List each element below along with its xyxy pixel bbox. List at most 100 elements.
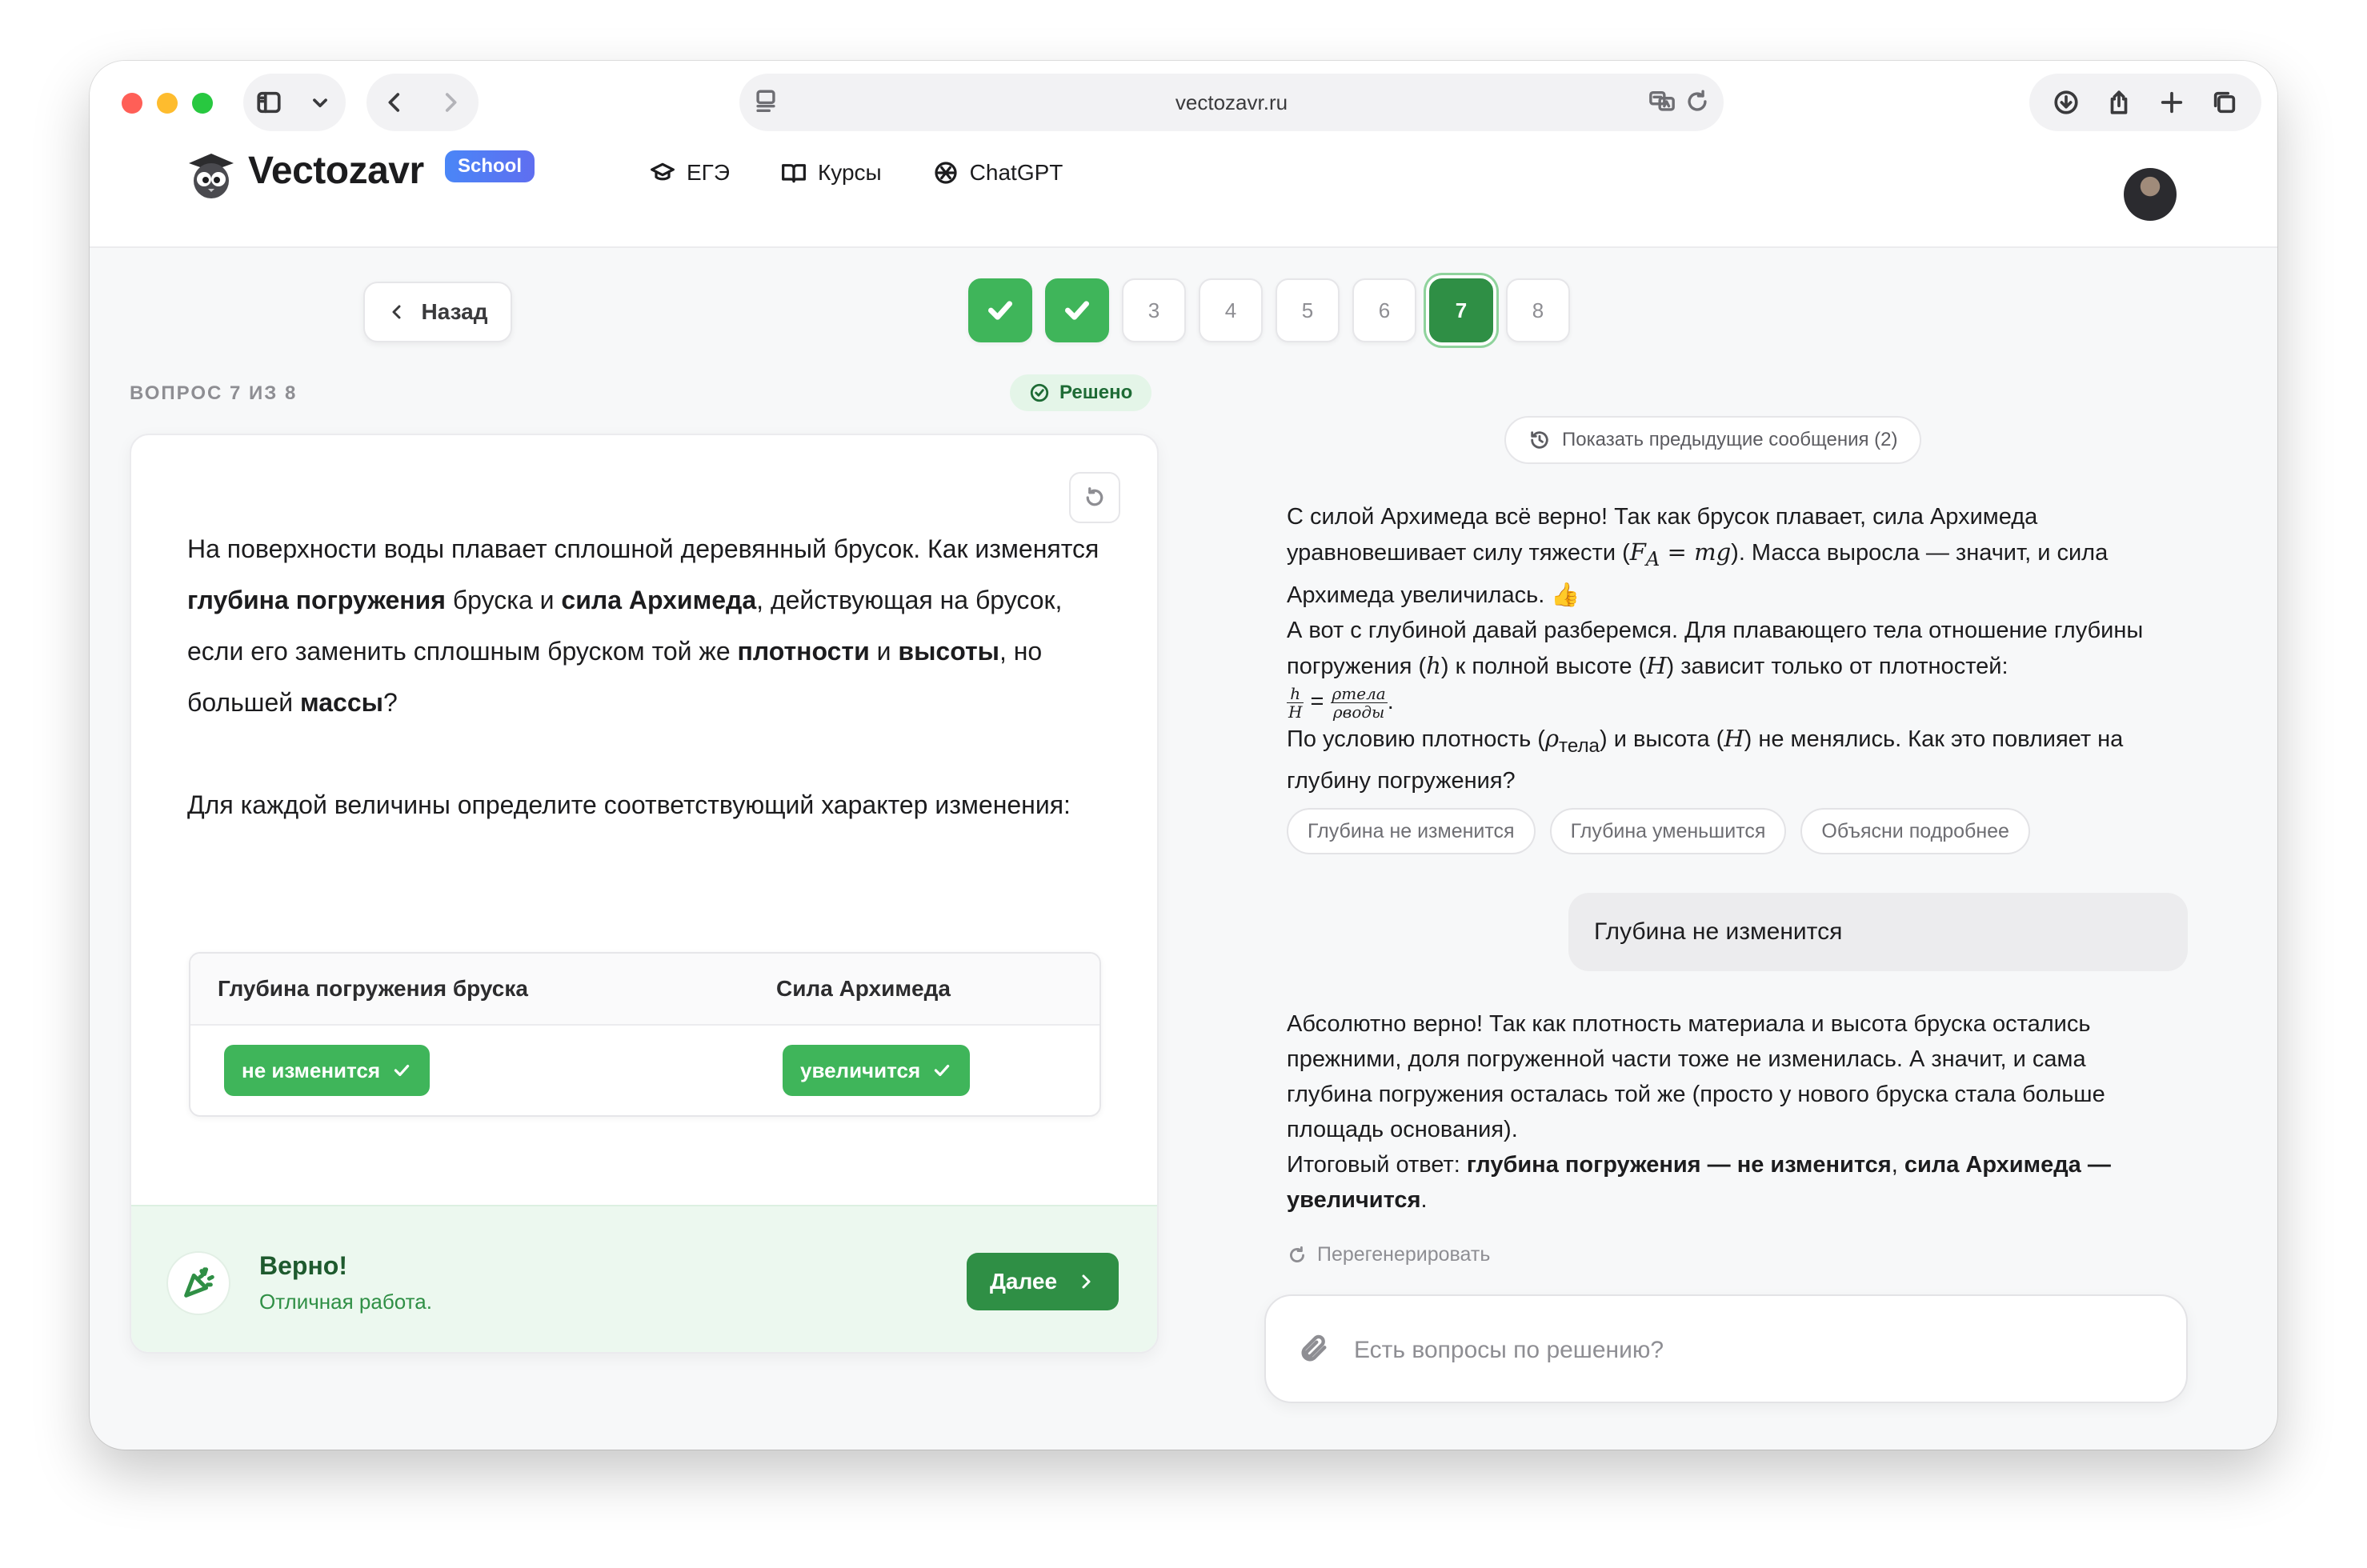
translate-icon[interactable] (1648, 88, 1676, 119)
math-subscript: A (1645, 547, 1660, 570)
browser-actions-group (2029, 74, 2261, 131)
check-icon (988, 301, 1012, 320)
show-previous-messages-button[interactable]: Показать предыдущие сообщения (2) (1504, 416, 1922, 464)
check-icon (1065, 301, 1089, 320)
history-nav-group (366, 74, 479, 131)
answer-value: увеличится (800, 1058, 921, 1082)
question-button-5[interactable]: 5 (1276, 278, 1340, 342)
zoom-window-button[interactable] (192, 93, 213, 114)
share-icon[interactable] (2103, 86, 2135, 118)
refresh-icon (1290, 1246, 1304, 1262)
new-tab-icon[interactable] (2156, 86, 2188, 118)
suggestion-chips: Глубина не изменится Глубина уменьшится … (1287, 808, 2030, 854)
fraction-numerator: ρтела (1330, 683, 1388, 703)
forward-arrow-icon[interactable] (435, 86, 467, 118)
question-text-bold: высоты (898, 637, 999, 666)
download-icon[interactable] (2050, 86, 2082, 118)
check-icon (934, 1064, 950, 1077)
question-button-1[interactable] (968, 278, 1032, 342)
user-message: Глубина не изменится (1568, 893, 2188, 971)
column-header-depth: Глубина погружения бруска (218, 976, 528, 1001)
regenerate-button[interactable]: Перегенерировать (1287, 1243, 1490, 1266)
next-button[interactable]: Далее (967, 1253, 1119, 1310)
status-badge-label: Решено (1059, 382, 1133, 403)
answer-select-depth[interactable]: не изменится (224, 1045, 431, 1096)
message-text: ) к полной высоте ( (1440, 653, 1647, 679)
question-navigator: 3 4 5 6 7 8 (968, 278, 1570, 342)
question-text-bold: массы (300, 688, 383, 717)
question-button-7[interactable]: 7 (1429, 278, 1493, 342)
reset-button[interactable] (1069, 472, 1120, 523)
url-text: vectozavr.ru (1175, 90, 1288, 114)
feedback-subtitle: Отличная работа. (259, 1290, 432, 1314)
feedback-title: Верно! (259, 1251, 347, 1280)
nav-item-label: ChatGPT (969, 160, 1063, 185)
browser-toolbar: vectozavr.ru (90, 61, 2277, 141)
back-button-label: Назад (421, 299, 488, 324)
logo-text[interactable]: Vectozavr (248, 149, 424, 193)
fraction-numerator: h (1287, 685, 1304, 703)
top-navigation: ЕГЭ Курсы ChatGPT (650, 160, 1063, 186)
nav-item-courses[interactable]: Курсы (781, 160, 882, 186)
sidebar-icon[interactable] (253, 86, 285, 118)
question-button-8[interactable]: 8 (1506, 278, 1570, 342)
suggestion-chip[interactable]: Глубина уменьшится (1549, 808, 1787, 854)
question-instruction: Для каждой величины определите соответст… (187, 790, 1071, 819)
book-open-icon (782, 164, 806, 183)
column-header-archimedes: Сила Архимеда (776, 976, 951, 1001)
assistant-message: Абсолютно верно! Так как плотность матер… (1287, 1006, 2175, 1218)
school-badge: School (445, 150, 535, 182)
nav-item-chatgpt[interactable]: ChatGPT (933, 160, 1063, 186)
address-bar-actions (1648, 88, 1711, 119)
message-text: . (1387, 688, 1394, 714)
suggestion-chip[interactable]: Объясни подробнее (1800, 808, 2030, 854)
question-button-2[interactable] (1045, 278, 1109, 342)
nav-item-ege[interactable]: ЕГЭ (650, 160, 730, 186)
question-button-6[interactable]: 6 (1352, 278, 1416, 342)
chevron-left-icon (392, 305, 401, 319)
question-text-part: и (869, 637, 899, 666)
party-popper-icon (166, 1251, 230, 1315)
tab-overview-icon[interactable] (2209, 86, 2241, 118)
message-text: . (1420, 1187, 1428, 1213)
check-icon (394, 1064, 410, 1077)
suggestion-chip[interactable]: Глубина не изменится (1287, 808, 1536, 854)
chat-input-box (1264, 1294, 2188, 1403)
chevron-right-icon (1082, 1274, 1091, 1289)
chevron-down-icon[interactable] (304, 86, 336, 118)
math-symbol: ρ (1544, 724, 1560, 752)
graduation-cap-icon (651, 162, 675, 181)
math-symbol: H (1724, 724, 1744, 752)
close-window-button[interactable] (122, 93, 142, 114)
chat-input[interactable] (1354, 1323, 2154, 1378)
reload-icon[interactable] (1684, 88, 1711, 119)
question-text-bold: плотности (737, 637, 870, 666)
back-arrow-icon[interactable] (378, 86, 411, 118)
math-symbol: H (1646, 651, 1667, 679)
question-text-bold: сила Архимеда (561, 586, 757, 614)
address-bar[interactable]: vectozavr.ru (739, 74, 1724, 131)
answer-value: не изменится (242, 1058, 381, 1082)
message-text-bold: глубина погружения — не изменится (1466, 1152, 1892, 1178)
history-icon (1531, 431, 1548, 449)
minimize-window-button[interactable] (157, 93, 178, 114)
browser-window: vectozavr.ru Vectozavr School ЕГЭ Курсы … (90, 61, 2277, 1450)
message-text: , (1891, 1152, 1904, 1178)
question-text: На поверхности воды плавает сплошной дер… (187, 523, 1099, 728)
question-button-4[interactable]: 4 (1199, 278, 1263, 342)
feedback-panel: Верно! Отличная работа. Далее (131, 1205, 1157, 1352)
thumbs-up-icon: 👍 (1551, 582, 1580, 608)
answer-select-archimedes[interactable]: увеличится (783, 1045, 971, 1096)
back-button[interactable]: Назад (363, 282, 512, 342)
math-symbol: F (1629, 538, 1646, 566)
question-button-3[interactable]: 3 (1122, 278, 1186, 342)
message-text: ) зависит только от плотностей: (1666, 653, 2009, 679)
check-circle-icon (1030, 383, 1049, 402)
nav-item-label: Курсы (817, 160, 882, 185)
equals-sign: = (1304, 688, 1331, 714)
paperclip-icon[interactable] (1298, 1333, 1330, 1365)
owl-logo-icon[interactable] (184, 146, 238, 200)
question-text-part: ? (382, 688, 398, 717)
sidebar-toggle-group (243, 74, 346, 131)
avatar[interactable] (2124, 168, 2177, 221)
